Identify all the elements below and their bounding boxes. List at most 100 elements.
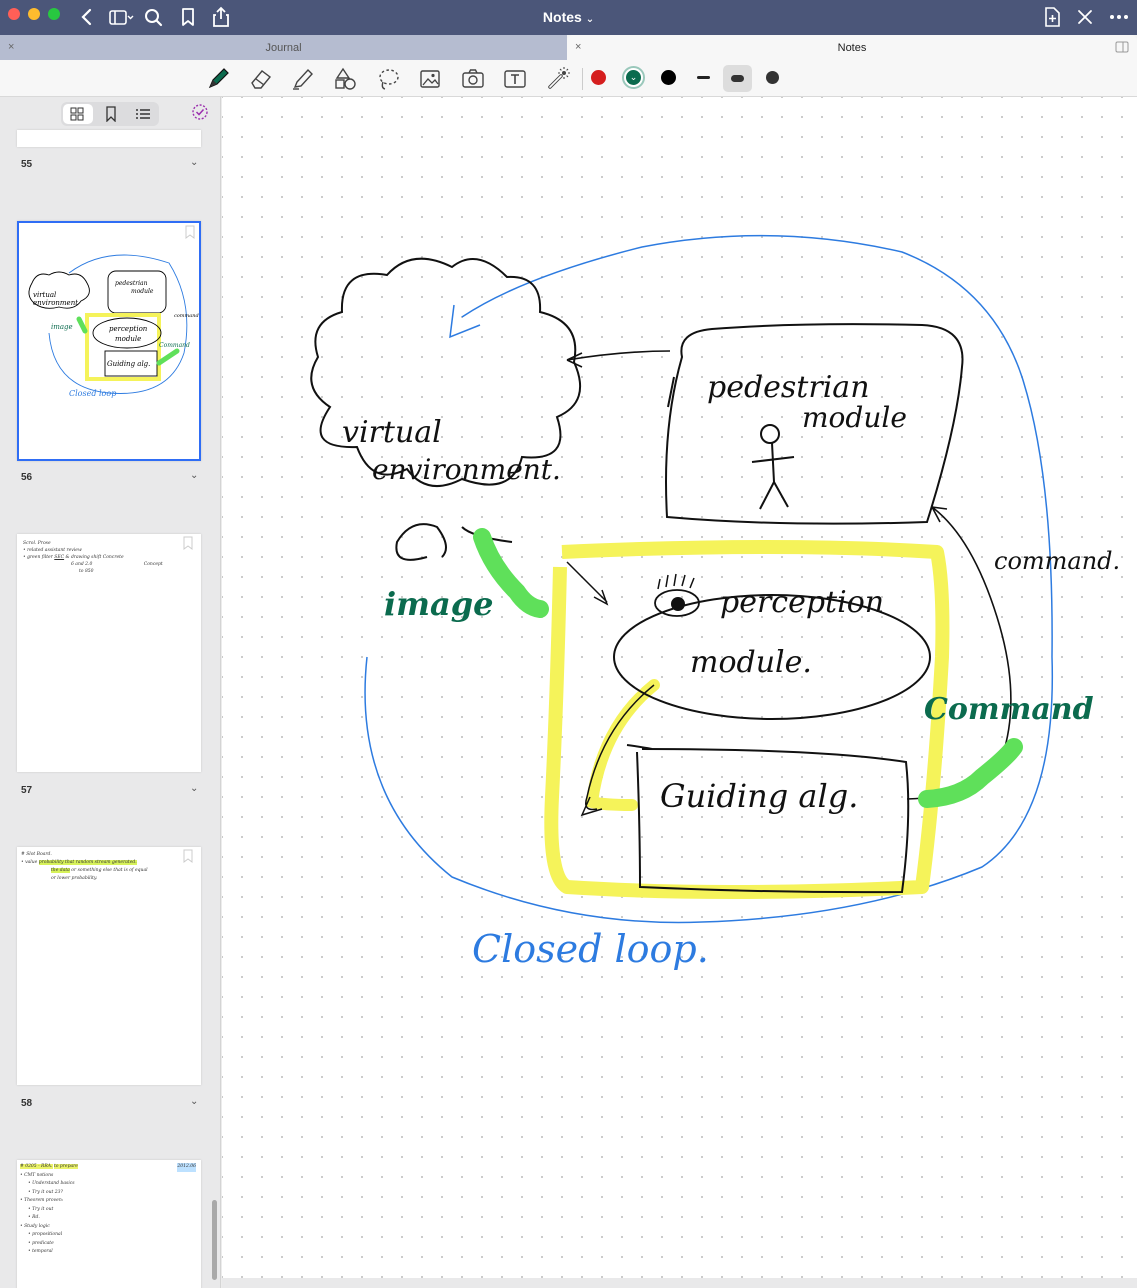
note-line: 2012.06: [177, 1163, 196, 1172]
bookmarks-icon[interactable]: [104, 106, 118, 122]
title-bar: Notes ⌄: [0, 0, 1137, 35]
thumb-text: module: [115, 335, 141, 343]
tab-journal[interactable]: × Journal: [0, 35, 567, 60]
note-line: • green filter: [23, 555, 53, 560]
note-line: Scrol. Prose: [23, 541, 51, 546]
note-line: # Slot Board.: [21, 852, 52, 857]
chevron-down-icon[interactable]: ⌄: [190, 157, 198, 168]
chevron-down-icon[interactable]: ⌄: [190, 783, 198, 794]
note-line: Concrete: [102, 555, 124, 560]
page-number: 55: [21, 159, 33, 170]
note-line: or something else that is of equal: [71, 868, 148, 873]
thumbnail-grid-icon[interactable]: [70, 107, 84, 121]
note-line: • Try it out 23?: [28, 1189, 63, 1195]
thumb-text: module: [131, 288, 154, 295]
page-thumbnail-selected[interactable]: virtual environment pedestrian module pe…: [17, 221, 201, 461]
split-view-icon[interactable]: [1115, 40, 1129, 54]
tab-notes[interactable]: × Notes: [567, 35, 1137, 60]
note-canvas[interactable]: virtual environment. pedestrian module p…: [222, 97, 1137, 1278]
sidebar-scrollbar[interactable]: [212, 1200, 217, 1280]
command-green-label: Command: [924, 692, 1094, 727]
page-number: 56: [21, 472, 33, 483]
page-sidebar: 55 ⌄ virtual environment pedestrian modu…: [0, 97, 221, 1288]
page-notes: # 0205 - RRA. to prepare 2012.06 • CMT no…: [20, 1163, 196, 1257]
note-line: Concept: [143, 562, 163, 567]
page-thumbnail[interactable]: # 0205 - RRA. to prepare 2012.06 • CMT no…: [17, 1160, 201, 1288]
module-label: module: [802, 401, 907, 434]
outline-list-icon[interactable]: [135, 107, 151, 121]
environment-label: environment.: [372, 453, 561, 486]
color-swatch-green-selected[interactable]: ⌄: [622, 66, 645, 89]
note-line: to prepare: [53, 1164, 78, 1169]
arrowhead-icon: [449, 304, 481, 339]
page-thumbnail[interactable]: Scrol. Prose • related assistant review …: [17, 534, 201, 772]
more-options-icon[interactable]: [1106, 6, 1132, 28]
tab-label: Journal: [265, 42, 302, 54]
add-page-icon[interactable]: [1040, 6, 1064, 28]
note-line: • Study logic: [20, 1223, 50, 1229]
thumb-text: command: [174, 313, 199, 319]
toolbar-divider: [582, 68, 583, 90]
note-line: • Try it out: [28, 1206, 54, 1212]
page-thumbnail-drawing: virtual environment pedestrian module pe…: [28, 254, 199, 398]
stroke-thin-button[interactable]: [697, 76, 710, 79]
page-thumbnail[interactable]: [17, 130, 201, 147]
drawing-toolbar: ⌄: [0, 60, 1137, 97]
laser-pointer-icon[interactable]: [545, 66, 571, 92]
virtual-label: virtual: [342, 415, 442, 450]
chevron-down-icon[interactable]: ⌄: [190, 1096, 198, 1107]
app-title[interactable]: Notes ⌄: [0, 9, 1137, 25]
stroke-medium-button-selected[interactable]: [723, 65, 752, 92]
note-line: • Rd.: [28, 1215, 40, 1220]
command-black-label: command.: [994, 547, 1120, 575]
note-line: • Theorem proven:: [20, 1198, 64, 1203]
note-line: & drawing shift: [65, 555, 102, 560]
perception-module-label: module.: [690, 645, 812, 680]
pedestrian-label: pedestrian: [707, 370, 870, 405]
note-line: probability that random stream generated…: [38, 860, 137, 865]
stick-figure-body: [751, 442, 795, 510]
note-line: • propositional: [28, 1232, 63, 1237]
thumb-text: image: [51, 323, 73, 331]
thumb-text: Command: [159, 342, 190, 349]
camera-icon[interactable]: [460, 66, 486, 92]
shapes-icon[interactable]: [332, 66, 358, 92]
note-line: the data: [51, 868, 70, 873]
image-label: image: [384, 585, 493, 623]
note-line: or lower probability.: [51, 876, 98, 881]
color-swatch-black[interactable]: [661, 70, 676, 85]
note-line: to 850: [79, 569, 94, 574]
chevron-down-icon: ⌄: [626, 70, 641, 85]
closed-loop-label: Closed loop.: [472, 927, 709, 971]
guiding-label: Guiding alg.: [660, 777, 858, 815]
select-pages-icon[interactable]: [191, 103, 209, 121]
page-number: 58: [21, 1098, 33, 1109]
image-icon[interactable]: [417, 66, 443, 92]
note-line: # 0205 - RRA.: [20, 1164, 53, 1169]
page-number: 57: [21, 785, 33, 796]
close-editor-icon[interactable]: [1073, 6, 1097, 28]
perception-label: perception: [720, 585, 884, 620]
highlight-stroke: [585, 679, 660, 811]
chevron-down-icon[interactable]: ⌄: [190, 470, 198, 481]
highlighter-icon[interactable]: [290, 66, 316, 92]
page-thumbnail[interactable]: # Slot Board. • value probability that r…: [17, 847, 201, 1085]
page-notes: # Slot Board. • value probability that r…: [21, 851, 195, 883]
page-notes: Scrol. Prose • related assistant review …: [23, 540, 193, 575]
thumb-text: virtual: [33, 291, 56, 299]
tab-bar: × Journal × Notes: [0, 35, 1137, 60]
eraser-icon[interactable]: [248, 66, 274, 92]
note-line: 6 and 2.0: [71, 562, 93, 567]
stroke-thick-button[interactable]: [766, 71, 779, 84]
thumb-text: Closed loop: [69, 389, 116, 398]
note-line: SEC: [54, 555, 65, 560]
text-box-icon[interactable]: [502, 66, 528, 92]
lasso-icon[interactable]: [375, 66, 401, 92]
closed-loop-arc: [364, 234, 1054, 924]
stick-figure-head: [760, 424, 780, 444]
thumb-text: pedestrian: [115, 280, 148, 287]
pen-icon[interactable]: [205, 66, 231, 92]
note-line: • Understand basics: [28, 1181, 75, 1186]
note-line: • related assistant review: [23, 548, 82, 553]
color-swatch-red[interactable]: [591, 70, 606, 85]
